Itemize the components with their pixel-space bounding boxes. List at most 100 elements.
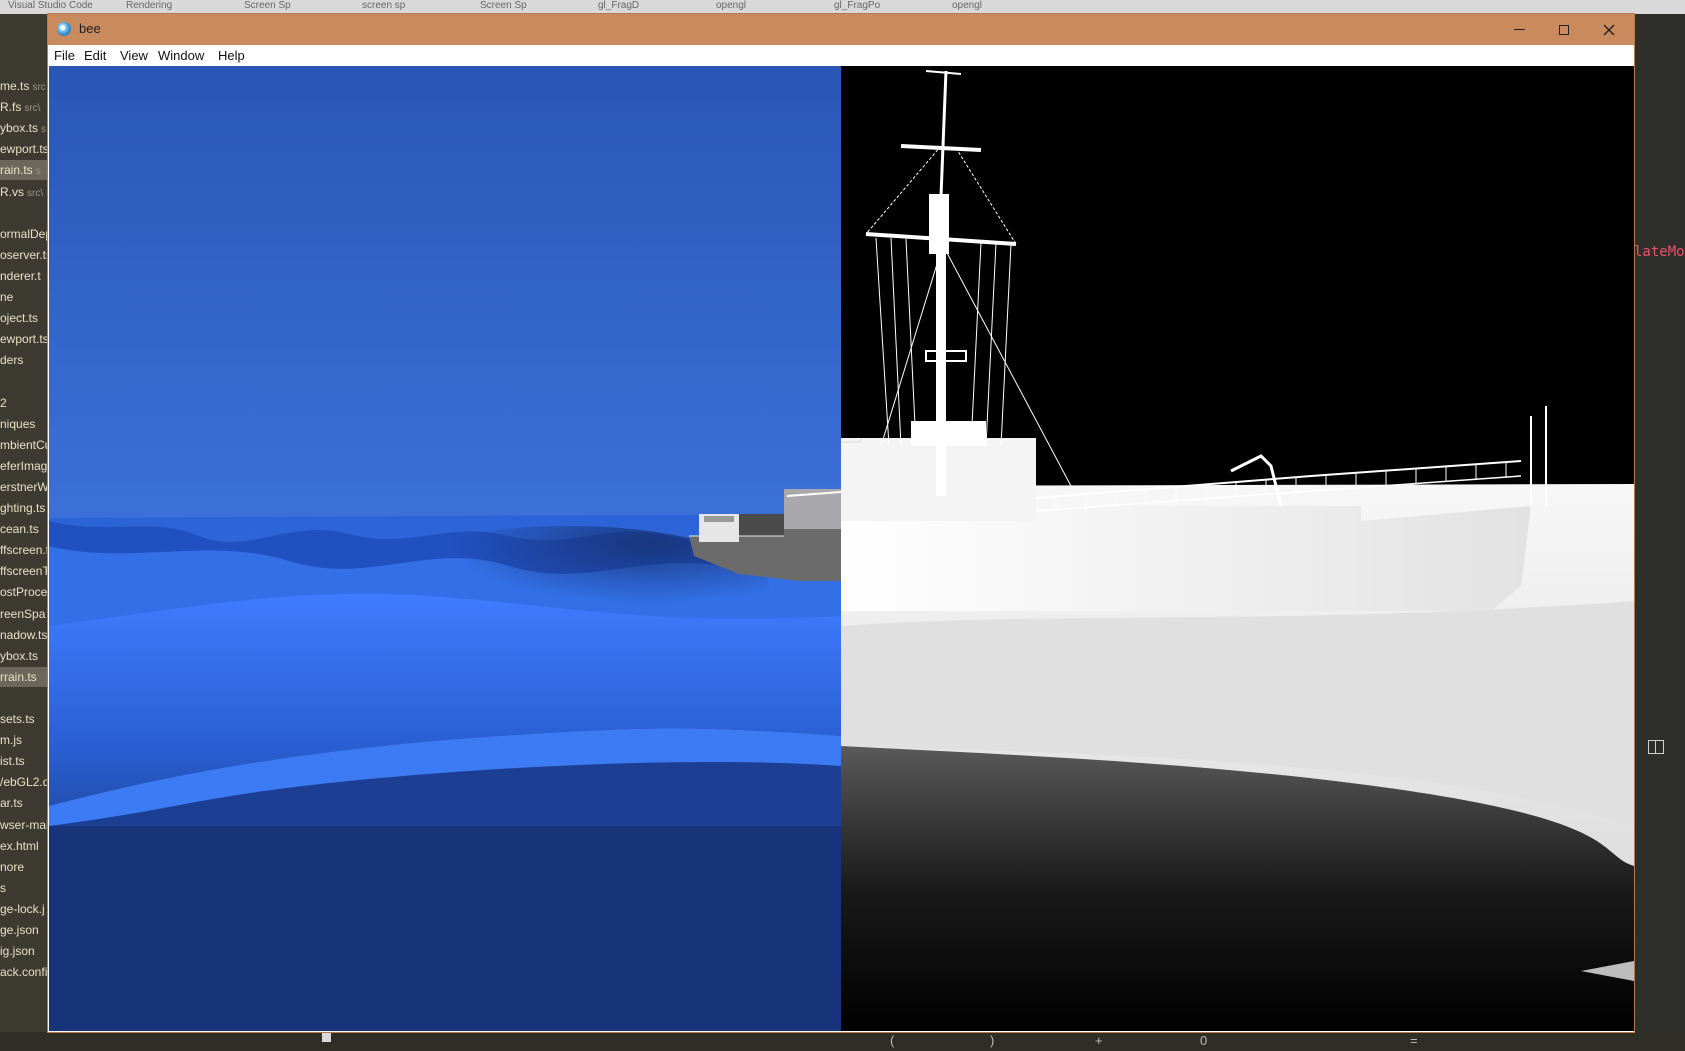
explorer-file-item[interactable]: oject.ts: [0, 308, 49, 328]
explorer-file-item[interactable]: ybox.ts s: [0, 118, 49, 138]
explorer-file-item[interactable]: nderer.t: [0, 266, 49, 286]
bee-app-icon: [57, 22, 71, 36]
background-tab: screen sp: [362, 0, 406, 11]
background-tab: opengl: [716, 0, 747, 11]
explorer-file-item[interactable]: nadow.ts: [0, 625, 49, 645]
explorer-file-item[interactable]: s: [0, 878, 49, 898]
explorer-file-item[interactable]: [0, 203, 49, 223]
color-render-view: [49, 66, 841, 1031]
explorer-file-item[interactable]: mbientCu: [0, 435, 49, 455]
explorer-file-item[interactable]: ar.ts: [0, 793, 49, 813]
background-tab: gl_FragD: [598, 0, 640, 11]
file-name: erstnerW: [0, 479, 49, 494]
explorer-file-item[interactable]: ghting.ts: [0, 498, 49, 518]
explorer-file-item[interactable]: ewport.ts: [0, 329, 49, 349]
explorer-file-item[interactable]: cean.ts: [0, 519, 49, 539]
explorer-file-item[interactable]: ders: [0, 350, 49, 370]
file-name: 2: [0, 395, 7, 410]
explorer-file-item[interactable]: niques: [0, 414, 49, 434]
file-name: s: [0, 880, 6, 895]
file-path: s: [41, 124, 47, 136]
file-name: ack.confi: [0, 965, 48, 980]
file-name: wser-mai: [0, 817, 49, 832]
file-name: oserver.ts: [0, 247, 49, 262]
explorer-file-item[interactable]: ostProce: [0, 582, 49, 602]
explorer-file-item[interactable]: [0, 688, 49, 708]
background-tab: Screen Sp: [244, 0, 291, 11]
file-name: cean.ts: [0, 522, 39, 537]
file-path: src: [32, 82, 46, 93]
background-tab: Screen Sp: [480, 0, 527, 11]
explorer-file-item[interactable]: rrain.ts: [0, 666, 49, 687]
file-name: ar.ts: [0, 796, 23, 811]
explorer-file-item[interactable]: [0, 371, 49, 391]
window-titlebar[interactable]: bee: [48, 14, 1634, 45]
close-icon[interactable]: [1586, 14, 1632, 45]
explorer-file-item[interactable]: nore: [0, 857, 49, 877]
explorer-file-item[interactable]: ge-lock.j: [0, 899, 49, 919]
explorer-file-item[interactable]: R.fs src\: [0, 97, 49, 117]
minimize-icon[interactable]: [1496, 14, 1542, 45]
explorer-file-item[interactable]: ffscreenT: [0, 561, 49, 581]
file-name: ist.ts: [0, 754, 25, 769]
depth-render-view: [841, 66, 1634, 1031]
background-tab: Rendering: [126, 0, 173, 11]
file-path: s: [35, 166, 41, 178]
file-name: /ebGL2.d: [0, 775, 49, 790]
explorer-file-item[interactable]: R.vs src\: [0, 182, 49, 202]
explorer-file-item[interactable]: erstnerW: [0, 477, 49, 497]
file-name: ewport.ts: [0, 332, 49, 347]
explorer-file-item[interactable]: 2: [0, 393, 49, 413]
explorer-file-item[interactable]: ne: [0, 287, 49, 307]
file-name: sets.ts: [0, 712, 35, 726]
vscode-editor-edge: [1634, 14, 1685, 1051]
menu-bar: File Edit View Window Help: [48, 45, 1634, 66]
explorer-file-item[interactable]: eferImag: [0, 456, 49, 476]
explorer-file-item[interactable]: rain.ts s: [0, 160, 49, 181]
explorer-file-item[interactable]: ig.json: [0, 941, 49, 961]
horizontal-scrollbar-thumb[interactable]: [322, 1032, 331, 1042]
explorer-file-item[interactable]: sets.ts: [0, 709, 49, 729]
file-name: rain.ts: [0, 163, 33, 178]
explorer-file-item[interactable]: ybox.ts: [0, 646, 49, 666]
explorer-file-item[interactable]: wser-mai: [0, 815, 49, 835]
file-name: ffscreenT: [0, 564, 49, 579]
explorer-file-item[interactable]: oserver.ts: [0, 245, 49, 265]
bee-window: bee File Edit View Window Help: [48, 14, 1634, 1032]
file-name: ge.json: [0, 923, 39, 937]
background-browser-tabs: Visual Studio Code Rendering Screen Sp scre…: [0, 0, 1685, 14]
bottom-paren-close: ): [990, 1033, 995, 1048]
explorer-file-item[interactable]: ex.html: [0, 836, 49, 856]
split-editor-icon[interactable]: [1648, 740, 1664, 754]
menu-help[interactable]: Help: [218, 48, 245, 63]
vscode-explorer-panel: me.ts src R.fs src\ ybox.ts s ewport.ts rain.ts…: [0, 14, 49, 1051]
file-name: oject.ts: [0, 311, 39, 326]
maximize-icon[interactable]: [1541, 14, 1587, 45]
menu-view[interactable]: View: [120, 48, 148, 63]
file-name: ostProce: [0, 585, 48, 600]
explorer-file-item[interactable]: me.ts src: [0, 76, 49, 96]
explorer-file-item[interactable]: ormalDep: [0, 224, 49, 244]
bottom-plus: +: [1095, 1033, 1103, 1048]
explorer-file-item[interactable]: /ebGL2.d: [0, 772, 49, 792]
menu-edit[interactable]: Edit: [84, 48, 106, 63]
file-name: m.js: [0, 733, 22, 748]
background-tab: gl_FragPo: [834, 0, 881, 11]
explorer-file-item[interactable]: ist.ts: [0, 751, 49, 771]
file-name: ghting.ts: [0, 501, 46, 515]
explorer-file-item[interactable]: ffscreen.t: [0, 540, 49, 560]
explorer-file-item[interactable]: reenSpa: [0, 604, 49, 624]
file-name: mbientCu: [0, 437, 49, 452]
menu-window[interactable]: Window: [158, 48, 204, 63]
explorer-file-item[interactable]: ack.confi: [0, 962, 49, 982]
file-name: ybox.ts: [0, 648, 39, 663]
render-viewport[interactable]: [49, 66, 1634, 1031]
explorer-file-item[interactable]: ge.json: [0, 920, 49, 940]
file-name: ormalDep: [0, 226, 49, 241]
file-name: ge-lock.j: [0, 901, 45, 916]
explorer-file-item[interactable]: ewport.ts: [0, 139, 49, 159]
code-fragment: lateMo: [1634, 244, 1685, 260]
menu-file[interactable]: File: [54, 48, 75, 63]
bottom-value: 0: [1200, 1033, 1208, 1048]
explorer-file-item[interactable]: m.js: [0, 730, 49, 750]
